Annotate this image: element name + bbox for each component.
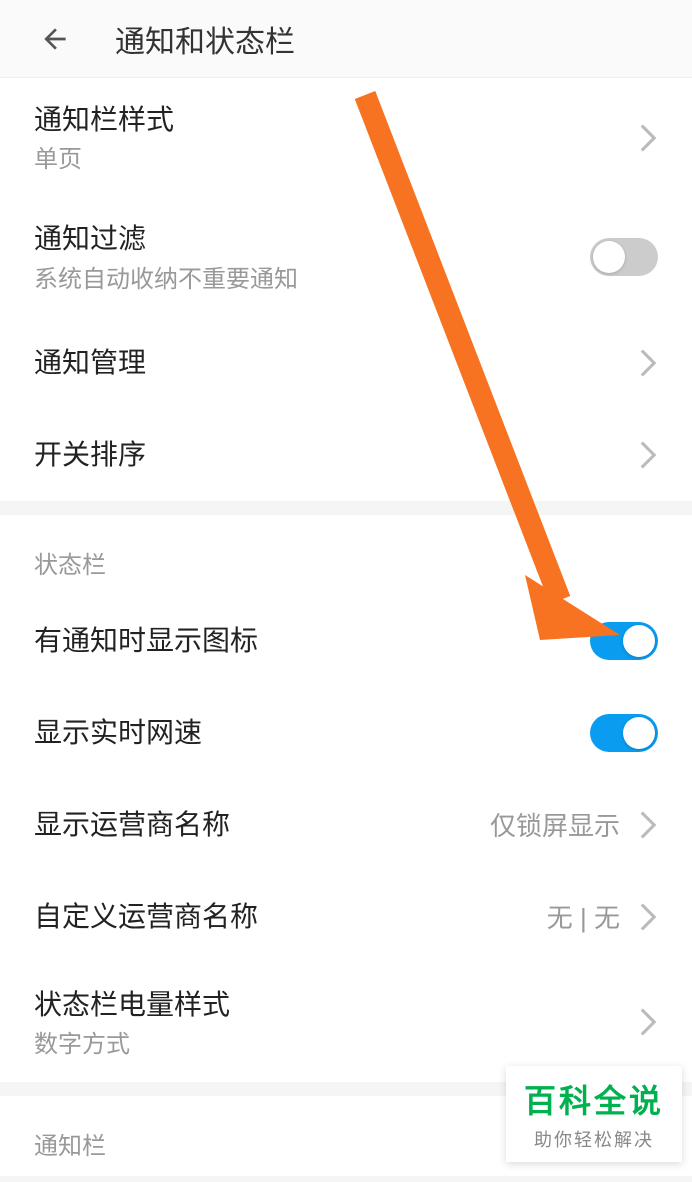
row-switch-order[interactable]: 开关排序 <box>0 409 692 501</box>
chevron-right-icon <box>640 440 658 470</box>
header-bar: 通知和状态栏 <box>0 0 692 78</box>
watermark-badge: 百科全说 助你轻松解决 <box>506 1066 682 1162</box>
row-show-netspeed[interactable]: 显示实时网速 <box>0 687 692 779</box>
row-custom-carrier[interactable]: 自定义运营商名称 无 | 无 <box>0 871 692 963</box>
row-value: 无 | 无 <box>547 898 620 935</box>
toggle-show-notification-icon[interactable] <box>590 622 658 660</box>
row-carrier-name[interactable]: 显示运营商名称 仅锁屏显示 <box>0 779 692 871</box>
row-battery-style[interactable]: 状态栏电量样式 数字方式 <box>0 963 692 1082</box>
row-title: 状态栏电量样式 <box>34 985 640 1024</box>
row-notification-manage[interactable]: 通知管理 <box>0 317 692 409</box>
row-text: 自定义运营商名称 <box>34 897 547 936</box>
row-text: 状态栏电量样式 数字方式 <box>34 985 640 1060</box>
back-button[interactable] <box>35 19 75 59</box>
row-subtitle: 单页 <box>34 144 640 175</box>
row-text: 显示运营商名称 <box>34 805 490 844</box>
toggle-knob <box>623 625 655 657</box>
chevron-right-icon <box>640 810 658 840</box>
toggle-knob <box>593 241 625 273</box>
row-text: 有通知时显示图标 <box>34 621 590 660</box>
row-subtitle: 系统自动收纳不重要通知 <box>34 264 590 295</box>
row-text: 通知栏样式 单页 <box>34 100 640 175</box>
section-notification: 通知栏样式 单页 通知过滤 系统自动收纳不重要通知 通知管理 开关排序 <box>0 78 692 501</box>
toggle-notification-filter[interactable] <box>590 238 658 276</box>
row-value: 仅锁屏显示 <box>490 806 620 843</box>
row-notification-style[interactable]: 通知栏样式 单页 <box>0 78 692 197</box>
row-title: 显示实时网速 <box>34 713 590 752</box>
row-text: 显示实时网速 <box>34 713 590 752</box>
row-title: 通知管理 <box>34 343 640 382</box>
section-divider <box>0 501 692 515</box>
row-title: 开关排序 <box>34 435 640 474</box>
row-text: 通知管理 <box>34 343 640 382</box>
chevron-right-icon <box>640 902 658 932</box>
row-text: 通知过滤 系统自动收纳不重要通知 <box>34 219 590 294</box>
section-statusbar: 状态栏 有通知时显示图标 显示实时网速 显示运营商名称 仅锁屏显示 自定义运营商… <box>0 515 692 1082</box>
toggle-show-netspeed[interactable] <box>590 714 658 752</box>
arrow-left-icon <box>39 23 71 55</box>
row-title: 通知过滤 <box>34 219 590 258</box>
watermark-title: 百科全说 <box>524 1076 664 1122</box>
section-header-statusbar: 状态栏 <box>0 515 692 595</box>
row-title: 自定义运营商名称 <box>34 897 547 936</box>
row-subtitle: 数字方式 <box>34 1029 640 1060</box>
chevron-right-icon <box>640 123 658 153</box>
row-show-notification-icon[interactable]: 有通知时显示图标 <box>0 595 692 687</box>
row-text: 开关排序 <box>34 435 640 474</box>
row-title: 有通知时显示图标 <box>34 621 590 660</box>
chevron-right-icon <box>640 1007 658 1037</box>
row-title: 通知栏样式 <box>34 100 640 139</box>
row-title: 显示运营商名称 <box>34 805 490 844</box>
watermark-subtitle: 助你轻松解决 <box>524 1126 664 1152</box>
chevron-right-icon <box>640 348 658 378</box>
toggle-knob <box>623 717 655 749</box>
row-notification-filter[interactable]: 通知过滤 系统自动收纳不重要通知 <box>0 197 692 316</box>
page-title: 通知和状态栏 <box>115 17 295 61</box>
